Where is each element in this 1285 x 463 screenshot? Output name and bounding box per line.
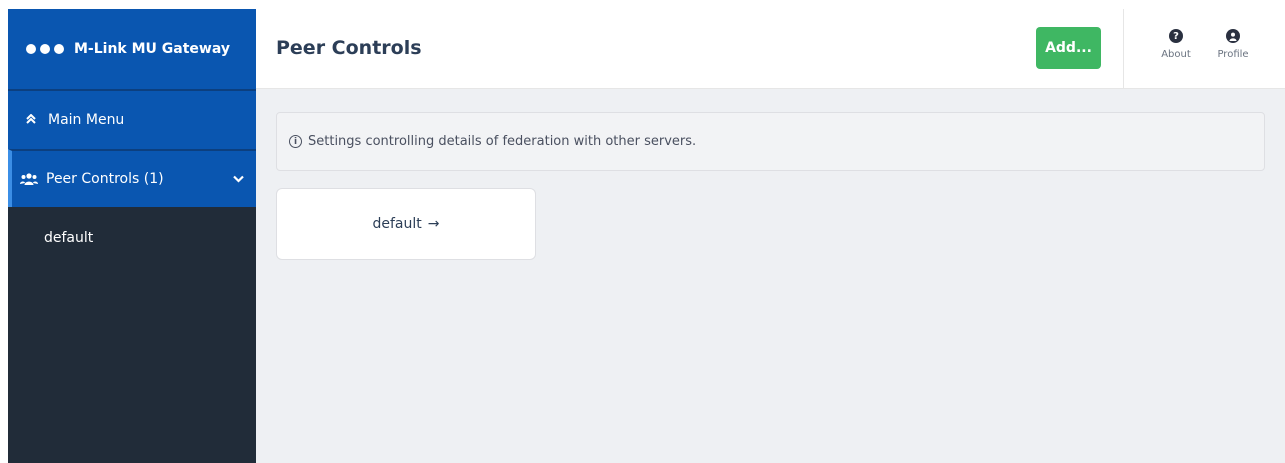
users-icon (20, 173, 38, 185)
arrow-right-icon: → (427, 216, 440, 232)
question-circle-icon: ? (1169, 29, 1183, 43)
sidebar: M-Link MU Gateway Main Menu Peer Control… (8, 9, 256, 463)
page-header: Peer Controls Add... ? About Profile (256, 9, 1285, 89)
info-text: Settings controlling details of federati… (308, 134, 697, 149)
chevron-up-double-icon (26, 113, 36, 127)
main-content: i Settings controlling details of federa… (256, 89, 1285, 463)
add-button[interactable]: Add... (1036, 27, 1101, 69)
header-divider (1123, 9, 1124, 89)
page-title: Peer Controls (276, 37, 422, 59)
sidebar-item-label: default (44, 230, 94, 246)
sidebar-item-main-menu[interactable]: Main Menu (8, 89, 256, 149)
about-button[interactable]: ? About (1154, 29, 1198, 60)
user-circle-icon (1226, 29, 1240, 43)
info-banner: i Settings controlling details of federa… (276, 112, 1265, 171)
about-label: About (1161, 49, 1191, 60)
card-label: default (372, 216, 422, 232)
sidebar-item-default[interactable]: default (8, 207, 256, 269)
chevron-down-icon[interactable] (233, 172, 244, 186)
dots-icon (26, 44, 64, 54)
sidebar-item-peer-controls[interactable]: Peer Controls (1) (8, 149, 256, 207)
profile-label: Profile (1217, 49, 1249, 60)
peer-control-card-default[interactable]: default → (276, 188, 536, 260)
info-circle-icon: i (289, 135, 302, 148)
profile-button[interactable]: Profile (1211, 29, 1255, 60)
brand-header[interactable]: M-Link MU Gateway (8, 9, 256, 89)
sidebar-item-label: Main Menu (48, 112, 125, 128)
sidebar-item-label: Peer Controls (1) (46, 171, 164, 187)
app-title: M-Link MU Gateway (74, 41, 230, 57)
